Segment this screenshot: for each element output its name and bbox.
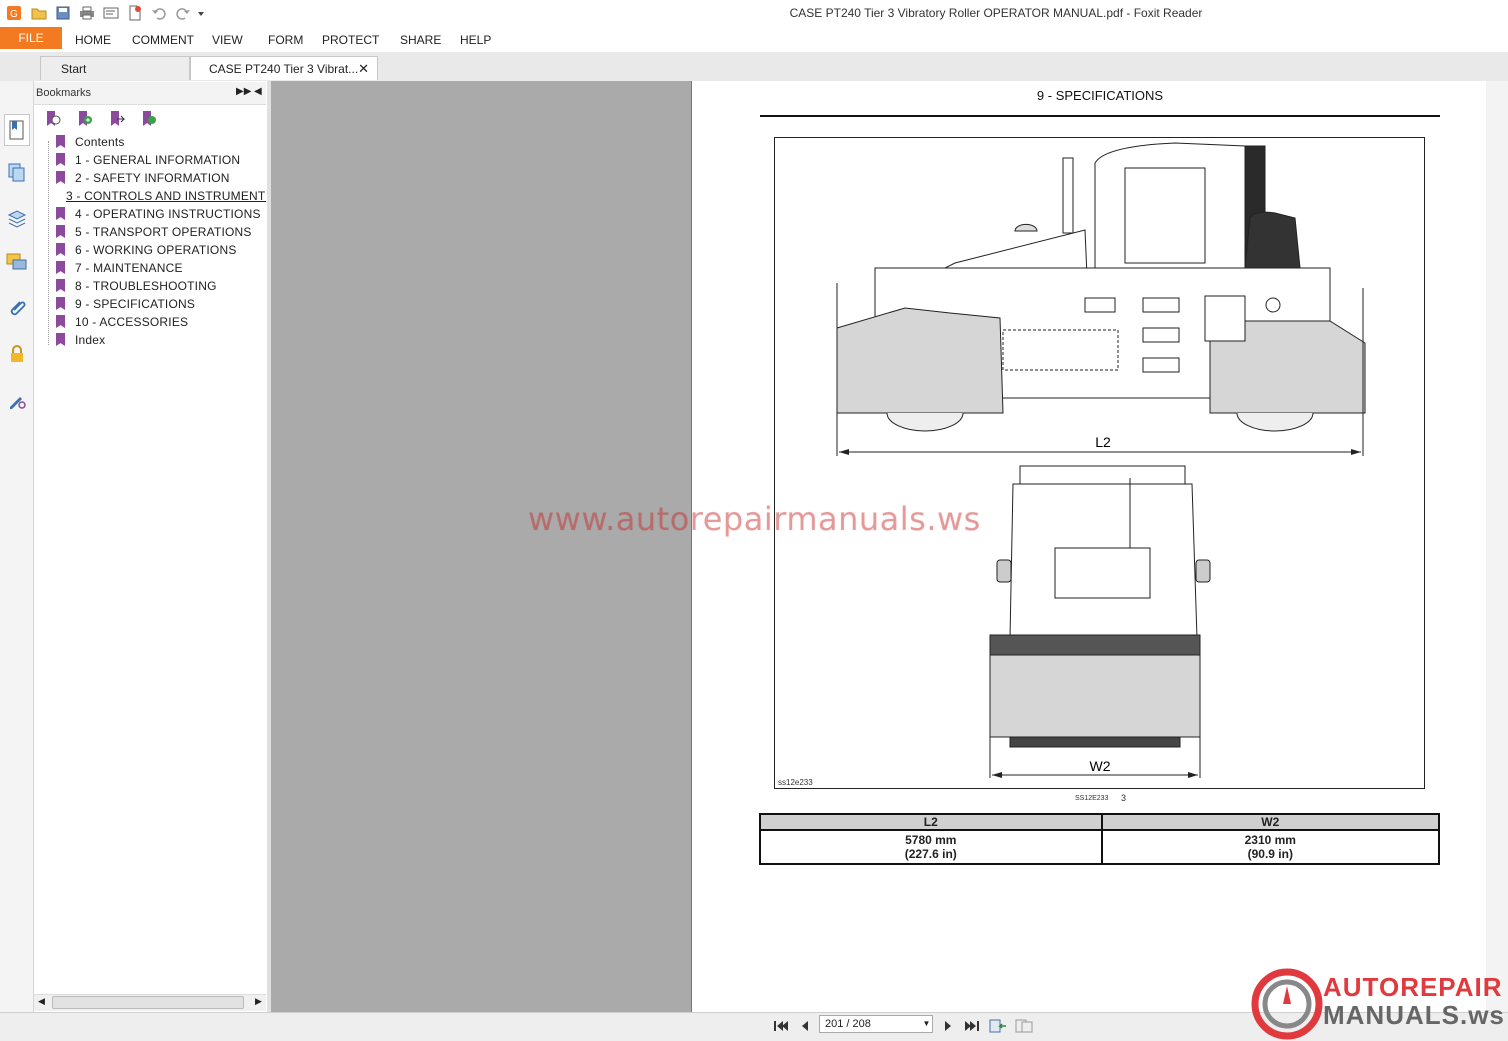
bookmark-icon [56, 153, 65, 166]
header-l2: L2 [759, 813, 1103, 831]
bookmark-icon [56, 333, 65, 346]
roller-dimension-figure: L2 W2 [774, 137, 1425, 789]
bookmarks-panel-icon[interactable] [4, 114, 30, 146]
bookmark-general-information[interactable]: 1 - GENERAL INFORMATION [56, 151, 240, 168]
close-tab-icon[interactable]: ✕ [358, 57, 369, 81]
bookmark-contents[interactable]: Contents [56, 133, 125, 150]
menu-home[interactable]: HOME [75, 33, 111, 47]
bookmark-icon [56, 243, 65, 256]
figure-code: ss12e233 [778, 778, 813, 787]
previous-view-icon[interactable] [989, 1017, 1007, 1035]
table-row: 5780 mm (227.6 in) 2310 mm (90.9 in) [759, 829, 1441, 865]
bookmark-icon [56, 207, 65, 220]
logo-emblem-icon [1251, 968, 1323, 1040]
bookmark-icon [56, 225, 65, 238]
menu-help[interactable]: HELP [460, 33, 491, 47]
bookmark-troubleshooting[interactable]: 8 - TROUBLESHOOTING [56, 277, 217, 294]
go-to-bookmark-icon[interactable] [108, 110, 126, 128]
menu-view[interactable]: VIEW [212, 33, 243, 47]
first-page-icon[interactable] [772, 1017, 790, 1035]
menu-protect[interactable]: PROTECT [322, 33, 379, 47]
layers-panel-icon[interactable] [5, 206, 29, 230]
bookmark-icon [56, 171, 65, 184]
cell-w2-mm: 2310 mm [1244, 833, 1296, 847]
cell-w2-in: (90.9 in) [1247, 847, 1293, 861]
roller-drawing: L2 W2 [836, 142, 1366, 778]
bookmark-maintenance[interactable]: 7 - MAINTENANCE [56, 259, 183, 276]
last-page-icon[interactable] [963, 1017, 981, 1035]
attachments-panel-icon[interactable] [5, 296, 29, 320]
tab-start[interactable]: Start [40, 56, 190, 80]
bookmark-icon [56, 261, 65, 274]
bookmark-operating-instructions[interactable]: 4 - OPERATING INSTRUCTIONS [56, 205, 261, 222]
tab-document-label: CASE PT240 Tier 3 Vibrat... [209, 62, 359, 76]
bookmark-icon [56, 315, 65, 328]
watermark-text: www.autorepairmanuals.ws [528, 500, 981, 538]
section-rule [760, 115, 1440, 117]
pages-panel-icon[interactable] [5, 160, 29, 184]
next-view-icon[interactable] [1015, 1017, 1033, 1035]
bookmark-accessories[interactable]: 10 - ACCESSORIES [56, 313, 188, 330]
expand-all-bookmarks-icon[interactable] [44, 110, 62, 128]
table-header-row: L2 W2 [759, 813, 1441, 831]
bookmark-icon [56, 135, 65, 148]
dimensions-table: L2 W2 5780 mm (227.6 in) 2310 mm (90.9 i… [759, 813, 1441, 865]
cell-l2-in: (227.6 in) [904, 847, 957, 861]
tab-start-label: Start [61, 62, 87, 76]
logo-text-line2: MANUALS.ws [1323, 1000, 1505, 1030]
bookmark-tree-line [48, 141, 49, 345]
scroll-right-icon[interactable]: ▶ [255, 996, 262, 1007]
chevron-down-icon[interactable]: ▼ [921, 1016, 932, 1032]
page-number-input[interactable]: 201 / 208 [819, 1015, 933, 1033]
dim-label-l2: L2 [1095, 434, 1111, 450]
security-panel-icon[interactable] [5, 342, 29, 366]
scroll-left-icon[interactable]: ◀ [38, 996, 45, 1007]
add-bookmark-icon[interactable] [76, 110, 94, 128]
bookmark-working-operations[interactable]: 6 - WORKING OPERATIONS [56, 241, 237, 258]
bookmark-specifications[interactable]: 9 - SPECIFICATIONS [56, 295, 195, 312]
figure-caption-code: SS12E233 [1075, 795, 1109, 802]
menu-share[interactable]: SHARE [400, 33, 441, 47]
section-title: 9 - SPECIFICATIONS [1036, 88, 1164, 103]
signatures-panel-icon[interactable] [5, 388, 29, 412]
logo-text-line1: AUTOREPAIR [1323, 972, 1503, 1002]
collapse-panel-icon[interactable]: ◀ [254, 86, 262, 97]
bookmark-icon [56, 279, 65, 292]
next-page-icon[interactable] [939, 1017, 957, 1035]
header-w2: W2 [1100, 813, 1441, 831]
previous-page-icon[interactable] [796, 1017, 814, 1035]
find-current-bookmark-icon[interactable] [140, 110, 158, 128]
scrollbar-thumb[interactable] [52, 996, 244, 1009]
figure-caption-number: 3 [1121, 793, 1127, 803]
bookmark-icon [56, 297, 65, 310]
window-title: CASE PT240 Tier 3 Vibratory Roller OPERA… [789, 6, 1203, 20]
cell-l2-mm: 5780 mm [905, 833, 957, 847]
expand-panel-icon[interactable]: ▶▶ [236, 86, 251, 97]
dim-label-w2: W2 [1090, 758, 1111, 774]
bookmark-transport-operations[interactable]: 5 - TRANSPORT OPERATIONS [56, 223, 252, 240]
tab-document[interactable]: CASE PT240 Tier 3 Vibrat... ✕ [190, 56, 378, 80]
menu-comment[interactable]: COMMENT [132, 33, 194, 47]
bookmark-safety-information[interactable]: 2 - SAFETY INFORMATION [56, 169, 230, 186]
bookmark-index[interactable]: Index [56, 331, 105, 348]
menu-form[interactable]: FORM [268, 33, 303, 47]
cell-w2: 2310 mm (90.9 in) [1100, 829, 1441, 865]
comments-panel-icon[interactable] [5, 250, 29, 274]
bookmark-controls-and-instruments[interactable]: 3 - CONTROLS AND INSTRUMENTS [56, 187, 266, 204]
document-vertical-scrollbar[interactable] [1486, 81, 1508, 1012]
bookmarks-title: Bookmarks [36, 87, 92, 99]
menu-file[interactable]: FILE [0, 27, 62, 49]
cell-l2: 5780 mm (227.6 in) [759, 829, 1103, 865]
